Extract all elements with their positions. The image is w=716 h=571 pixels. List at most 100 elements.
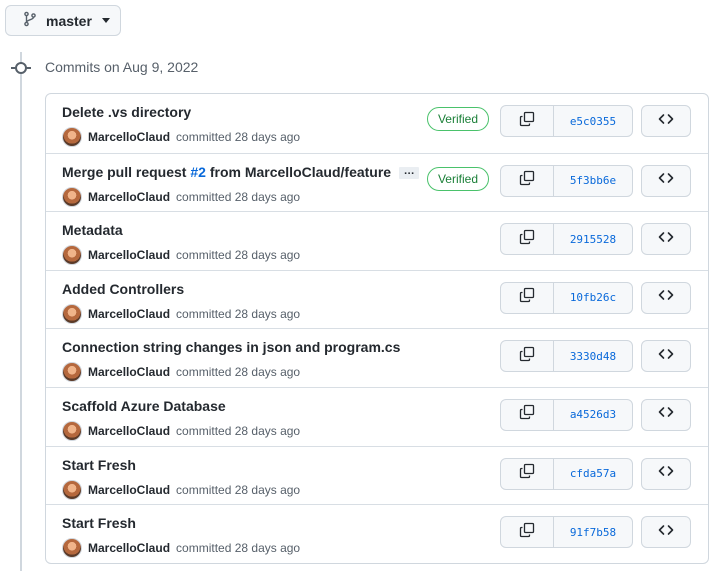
commit-title: Delete .vs directory (62, 104, 191, 120)
commit-sha-link[interactable]: 91f7b58 (554, 517, 632, 547)
copy-sha-button[interactable] (501, 341, 554, 372)
commit-title: Merge pull request #2 from MarcelloClaud… (62, 164, 420, 180)
copy-sha-button[interactable] (501, 165, 554, 196)
commit-row: Scaffold Azure Database MarcelloClaud co… (46, 386, 708, 446)
author-link[interactable]: MarcelloClaud (88, 130, 170, 144)
avatar[interactable] (62, 538, 82, 559)
verified-badge[interactable]: Verified (426, 107, 489, 131)
commit-title-link[interactable]: Metadata (62, 222, 123, 238)
author-link[interactable]: MarcelloClaud (88, 307, 170, 321)
commit-row: Delete .vs directory MarcelloClaud commi… (46, 94, 708, 153)
commit-sha-link[interactable]: 3330d48 (554, 341, 632, 371)
chevron-down-icon (101, 18, 110, 23)
commit-title-link[interactable]: Start Fresh (62, 515, 136, 531)
commit-row: Added Controllers MarcelloClaud committe… (46, 269, 708, 329)
copy-icon (519, 111, 535, 132)
copy-sha-button[interactable] (501, 106, 554, 136)
avatar[interactable] (62, 362, 82, 383)
commit-title: Scaffold Azure Database (62, 398, 226, 414)
copy-icon (519, 404, 535, 425)
copy-sha-button[interactable] (501, 282, 554, 313)
commit-title-suffix[interactable]: from MarcelloClaud/feature (206, 164, 391, 180)
commit-row: Metadata MarcelloClaud committed 28 days… (46, 211, 708, 270)
commit-title-link[interactable]: Delete .vs directory (62, 104, 191, 120)
commit-title-link[interactable]: Connection string changes in json and pr… (62, 339, 400, 355)
commit-time: committed 28 days ago (176, 541, 301, 556)
avatar[interactable] (62, 479, 82, 500)
code-icon (658, 111, 674, 132)
browse-repo-button[interactable] (641, 223, 691, 256)
author-link[interactable]: MarcelloClaud (88, 541, 170, 555)
commit-sha-link[interactable]: 10fb26c (554, 283, 632, 313)
commit-row: Connection string changes in json and pr… (46, 328, 708, 387)
commit-title-link[interactable]: Added Controllers (62, 281, 184, 297)
copy-sha-button[interactable] (501, 458, 554, 489)
commit-meta: MarcelloClaud committed 28 days ago (62, 303, 300, 324)
code-icon (658, 522, 674, 543)
avatar[interactable] (62, 303, 82, 324)
commit-sha-link[interactable]: 5f3bb6e (554, 166, 632, 196)
commit-meta: MarcelloClaud committed 28 days ago (62, 538, 301, 559)
sha-button-group: 5f3bb6e (500, 164, 633, 197)
commit-row: Start Fresh MarcelloClaud committed 28 d… (46, 445, 708, 505)
branch-name: master (46, 12, 92, 29)
copy-sha-button[interactable] (501, 399, 554, 430)
commit-sha-link[interactable]: a4526d3 (554, 400, 632, 430)
browse-repo-button[interactable] (641, 281, 691, 314)
commit-sha-link[interactable]: 2915528 (554, 224, 632, 254)
commit-title: Metadata (62, 222, 123, 238)
commit-time: committed 28 days ago (176, 248, 301, 263)
commit-sha-link[interactable]: cfda57a (554, 459, 632, 489)
commit-title: Start Fresh (62, 515, 136, 531)
commit-time: committed 28 days ago (176, 130, 301, 144)
commit-meta: MarcelloClaud committed 28 days ago (62, 186, 301, 207)
avatar[interactable] (62, 127, 82, 147)
verified-badge[interactable]: Verified (426, 166, 489, 191)
browse-repo-button[interactable] (641, 340, 691, 373)
commit-title-link[interactable]: Start Fresh (62, 457, 136, 473)
copy-sha-button[interactable] (501, 224, 554, 255)
code-icon (658, 404, 674, 425)
browse-repo-button[interactable] (641, 398, 691, 431)
author-link[interactable]: MarcelloClaud (88, 190, 170, 204)
copy-icon (519, 346, 535, 367)
commit-title: Connection string changes in json and pr… (62, 339, 400, 355)
author-link[interactable]: MarcelloClaud (88, 483, 170, 497)
browse-repo-button[interactable] (641, 164, 691, 197)
copy-icon (519, 229, 535, 250)
browse-repo-button[interactable] (641, 105, 691, 137)
sha-button-group: 91f7b58 (500, 516, 633, 549)
commit-meta: MarcelloClaud committed 28 days ago (62, 362, 300, 383)
avatar[interactable] (62, 186, 82, 207)
commit-row: Start Fresh MarcelloClaud committed 28 d… (46, 504, 708, 563)
commit-title: Start Fresh (62, 457, 136, 473)
commit-sha-link[interactable]: e5c0355 (554, 106, 632, 136)
code-icon (658, 170, 674, 191)
author-link[interactable]: MarcelloClaud (88, 248, 170, 262)
sha-button-group: 10fb26c (500, 281, 633, 314)
commit-meta: MarcelloClaud committed 28 days ago (62, 420, 300, 441)
git-commit-icon (15, 62, 27, 74)
commit-title-link[interactable]: Scaffold Azure Database (62, 398, 226, 414)
copy-sha-button[interactable] (501, 517, 554, 548)
code-icon (658, 463, 674, 484)
commit-time: committed 28 days ago (176, 482, 301, 497)
avatar[interactable] (62, 245, 82, 266)
pull-request-link[interactable]: #2 (190, 164, 206, 180)
code-icon (658, 287, 674, 308)
browse-repo-button[interactable] (641, 457, 691, 490)
commit-meta: MarcelloClaud committed 28 days ago (62, 245, 301, 266)
timeline-line (20, 52, 22, 571)
sha-button-group: 2915528 (500, 223, 633, 256)
sha-button-group: a4526d3 (500, 398, 633, 431)
author-link[interactable]: MarcelloClaud (88, 424, 170, 438)
commit-time: committed 28 days ago (176, 189, 301, 204)
browse-repo-button[interactable] (641, 516, 691, 549)
avatar[interactable] (62, 420, 82, 441)
commit-row: Merge pull request #2 from MarcelloClaud… (46, 152, 708, 212)
expand-message-button[interactable]: … (399, 165, 420, 179)
branch-select-button[interactable]: master (5, 5, 121, 36)
commit-title-prefix[interactable]: Merge pull request (62, 164, 190, 180)
sha-button-group: e5c0355 (500, 105, 633, 137)
author-link[interactable]: MarcelloClaud (88, 365, 170, 379)
